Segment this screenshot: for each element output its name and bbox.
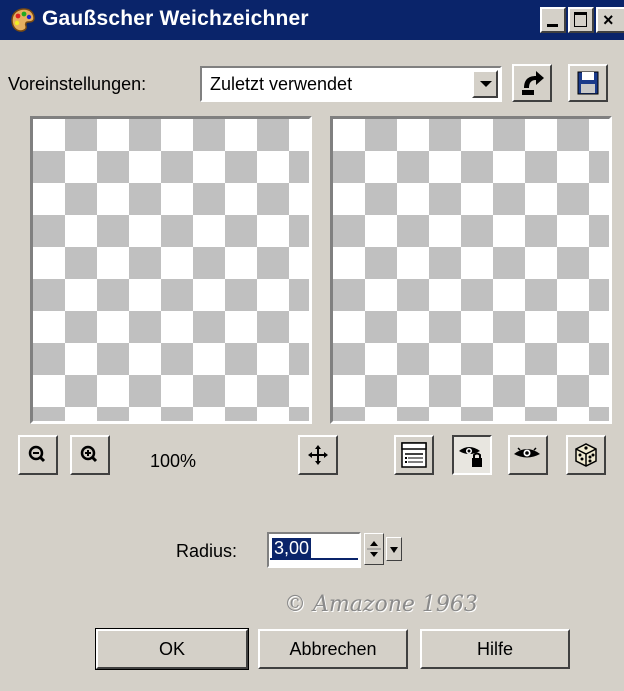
chevron-down-icon — [390, 547, 398, 553]
presets-dropdown[interactable]: Zuletzt verwendet — [200, 66, 502, 102]
preview-window-icon — [401, 442, 427, 468]
zoom-level: 100% — [150, 451, 197, 471]
zoom-out-button[interactable] — [18, 435, 58, 475]
title-bar[interactable]: Gaußscher Weichzeichner × — [0, 0, 624, 40]
preview-on-image-button[interactable] — [508, 435, 548, 475]
reset-preset-button[interactable] — [512, 64, 552, 102]
close-button[interactable]: × — [596, 7, 624, 33]
spin-arrows-icon — [367, 541, 381, 557]
reset-arrow-icon — [522, 71, 544, 95]
chevron-down-icon[interactable] — [472, 70, 498, 98]
presets-selected-value: Zuletzt verwendet — [210, 74, 353, 94]
zoom-in-icon — [80, 445, 98, 463]
app-palette-icon[interactable] — [8, 6, 36, 34]
floppy-disk-icon — [577, 71, 599, 95]
radius-slider-dropdown[interactable] — [386, 537, 402, 561]
help-button[interactable]: Hilfe — [420, 629, 570, 669]
original-preview[interactable] — [30, 116, 312, 424]
window-title: Gaußscher Weichzeichner — [42, 7, 309, 30]
move-arrows-icon — [308, 445, 328, 465]
randomize-button[interactable] — [566, 435, 606, 475]
presets-label: Voreinstellungen: — [8, 74, 147, 94]
radius-input[interactable]: 3,00 — [267, 532, 361, 568]
radius-value: 3,00 — [272, 538, 312, 559]
minimize-button[interactable] — [540, 7, 566, 33]
radius-label: Radius: — [176, 541, 238, 561]
eye-icon — [514, 447, 540, 458]
radius-spinner[interactable] — [364, 533, 384, 565]
radius-slider[interactable] — [270, 558, 358, 560]
eye-lock-icon — [459, 447, 482, 467]
zoom-out-icon — [28, 445, 46, 463]
dice-icon — [575, 443, 597, 467]
watermark-signature: © Amazone 1963 — [284, 592, 478, 617]
pan-button[interactable] — [298, 435, 338, 475]
close-icon: × — [603, 10, 614, 30]
zoom-in-button[interactable] — [70, 435, 110, 475]
save-preset-button[interactable] — [568, 64, 608, 102]
proof-button[interactable] — [394, 435, 434, 475]
auto-proof-button[interactable] — [452, 435, 492, 475]
result-preview[interactable] — [330, 116, 612, 424]
cancel-button[interactable]: Abbrechen — [258, 629, 408, 669]
maximize-button[interactable] — [568, 7, 594, 33]
ok-button[interactable]: OK — [95, 628, 249, 670]
